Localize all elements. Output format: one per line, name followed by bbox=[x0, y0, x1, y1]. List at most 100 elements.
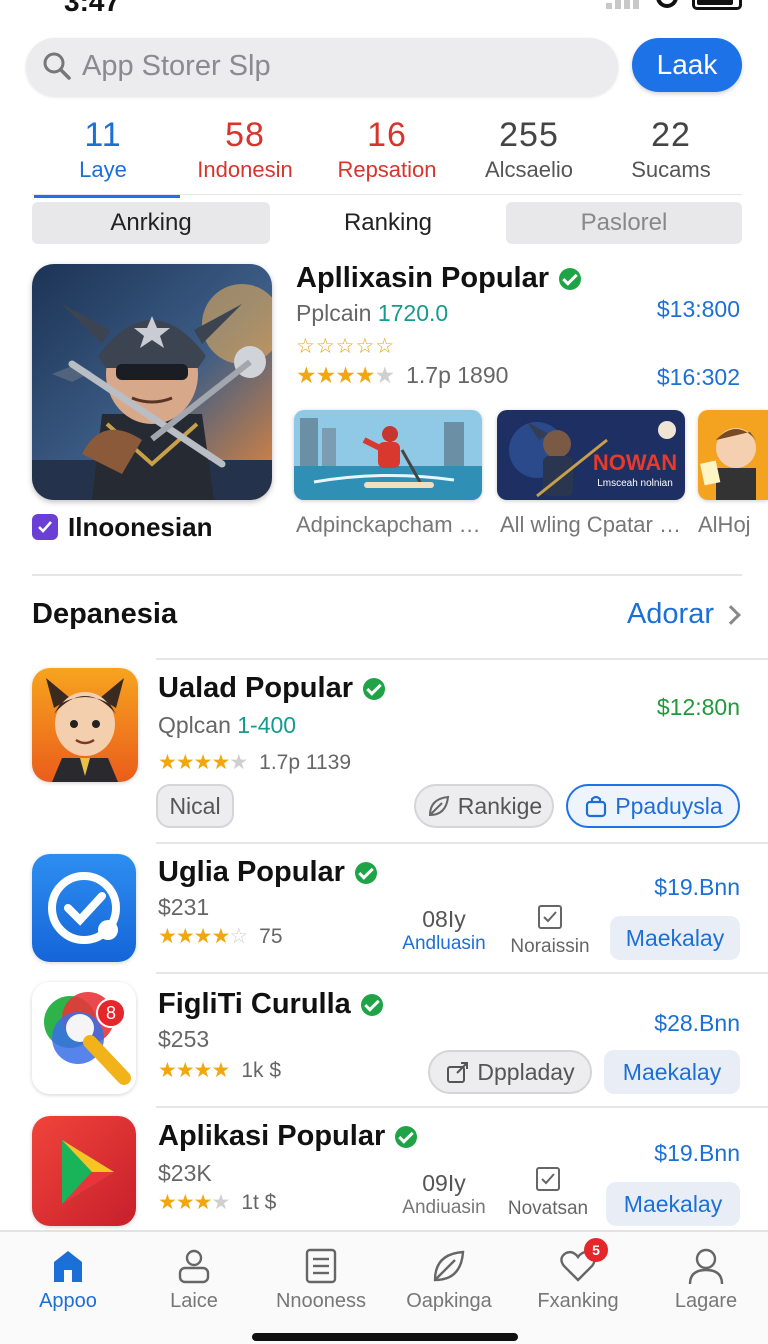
battery-icon bbox=[692, 0, 742, 10]
stat-tab-1[interactable]: 11 Laye bbox=[32, 116, 180, 198]
signal-icon bbox=[606, 0, 642, 9]
downloads-label: Andluasin bbox=[402, 933, 486, 954]
featured-sub-value: 1720.0 bbox=[377, 300, 449, 326]
get-button[interactable]: Maekalay bbox=[606, 1182, 740, 1226]
row-divider bbox=[156, 842, 768, 844]
star-rating-icon: ★★★★★ bbox=[296, 362, 395, 388]
search-icon bbox=[43, 52, 71, 80]
app-price[interactable]: $19.Bnn bbox=[654, 1140, 740, 1167]
verified-icon bbox=[354, 861, 377, 884]
tab-label: Laice bbox=[170, 1290, 218, 1312]
app-price[interactable]: $12:80n bbox=[657, 694, 740, 721]
verified-icon bbox=[559, 267, 581, 290]
downloads-stat: 09Iy Andiuasin bbox=[396, 1170, 492, 1219]
featured-artwork-image bbox=[32, 264, 272, 500]
ranking-button[interactable]: Rankige bbox=[414, 784, 554, 828]
tab-oapkinga[interactable]: Oapkinga bbox=[394, 1246, 504, 1313]
app-title-aplikasi[interactable]: Aplikasi Popular bbox=[158, 1120, 418, 1153]
app-rating-text: 75 bbox=[259, 924, 283, 948]
featured-rating: ★★★★★ 1.7p 1890 bbox=[296, 362, 508, 389]
leaf-icon bbox=[428, 795, 449, 817]
stat-value: 255 bbox=[499, 116, 559, 154]
app-icon-image bbox=[32, 854, 136, 962]
app-title-uglia[interactable]: Uglia Popular bbox=[158, 856, 377, 889]
stat-label: Laye bbox=[79, 157, 127, 182]
app-icon-image bbox=[32, 668, 138, 782]
app-price[interactable]: $28.Bnn bbox=[654, 1010, 740, 1037]
search-input[interactable]: App Storer Slp bbox=[26, 38, 618, 96]
app-icon-figliti[interactable]: 8 bbox=[32, 982, 136, 1094]
featured-price-1[interactable]: $13:800 bbox=[657, 296, 740, 323]
screenshot-thumb-2[interactable]: NOWAN Lmsceah nolnian bbox=[497, 410, 685, 500]
app-icon-uglia[interactable] bbox=[32, 854, 136, 962]
downloads-stat: 08Iy Andluasin bbox=[396, 906, 492, 955]
home-indicator[interactable] bbox=[252, 1333, 518, 1341]
check-stat[interactable]: Noraissin bbox=[502, 904, 598, 958]
notification-badge: 8 bbox=[96, 998, 126, 1028]
check-stat[interactable]: Novatsan bbox=[500, 1166, 596, 1220]
screenshot-thumb-3[interactable] bbox=[698, 410, 768, 500]
app-icon-ualad[interactable] bbox=[32, 668, 138, 782]
thumb-banner-subtext: Lmsceah nolnian bbox=[597, 478, 673, 489]
app-icon-aplikasi[interactable] bbox=[32, 1116, 136, 1226]
segment-anrking[interactable]: Anrking bbox=[32, 202, 270, 244]
app-title-figliti[interactable]: FigliTi Curulla bbox=[158, 988, 383, 1021]
profile-icon bbox=[686, 1246, 726, 1286]
category-tag-icon bbox=[32, 514, 58, 540]
get-button[interactable]: Maekalay bbox=[610, 916, 740, 960]
downloads-value: 09Iy bbox=[422, 1170, 466, 1196]
get-button[interactable]: Maekalay bbox=[604, 1050, 740, 1094]
tab-lagare[interactable]: Lagare bbox=[651, 1246, 761, 1313]
stat-tab-2[interactable]: 58 Indonesin bbox=[174, 116, 316, 196]
screenshot-caption-2: All wling Cpatar … bbox=[500, 512, 681, 537]
checkbox-icon bbox=[536, 1167, 560, 1191]
screenshot-thumb-1[interactable] bbox=[294, 410, 482, 500]
featured-subtitle: Pplcain 1720.0 bbox=[296, 300, 448, 327]
screenshot-image bbox=[294, 410, 482, 500]
segment-ranking[interactable]: Ranking bbox=[294, 202, 482, 244]
stat-value: 22 bbox=[651, 116, 691, 154]
app-title-ualad[interactable]: Ualad Popular bbox=[158, 672, 385, 705]
tab-appoo[interactable]: Appoo bbox=[13, 1246, 123, 1313]
see-all-link[interactable]: Adorar bbox=[627, 598, 741, 631]
featured-sub-prefix: Pplcain bbox=[296, 300, 372, 326]
wifi-icon bbox=[656, 0, 678, 8]
heart-icon: 5 bbox=[558, 1238, 608, 1286]
app-subtitle: $231 bbox=[158, 894, 210, 920]
stat-tab-5[interactable]: 22 Sucams bbox=[600, 116, 742, 196]
bottom-tab-bar: Appoo Laice Nnooness Oapkinga 5 Fxanking… bbox=[0, 1230, 768, 1344]
tab-fxanking[interactable]: 5 Fxanking bbox=[523, 1238, 633, 1313]
search-button[interactable]: Laak bbox=[632, 38, 742, 92]
downloads-value: 08Iy bbox=[422, 906, 466, 932]
category-chip[interactable]: Nical bbox=[156, 784, 234, 828]
featured-app-developer[interactable]: Ilnoonesian bbox=[32, 510, 212, 544]
row-divider bbox=[156, 658, 768, 660]
stat-tab-4[interactable]: 255 Alcsaelio bbox=[458, 116, 600, 196]
downloads-label: Andiuasin bbox=[402, 1197, 486, 1218]
tab-nnooness[interactable]: Nnooness bbox=[266, 1246, 376, 1313]
featured-price-2[interactable]: $16:302 bbox=[657, 364, 740, 391]
list-icon bbox=[301, 1246, 341, 1286]
app-subtitle: $23K bbox=[158, 1160, 212, 1186]
app-price[interactable]: $19.Bnn bbox=[654, 874, 740, 901]
star-rating-icon: ★★★★☆ bbox=[158, 925, 248, 948]
popular-button[interactable]: Ppaduysla bbox=[566, 784, 740, 828]
chevron-right-icon bbox=[721, 604, 741, 625]
display-button[interactable]: Dppladay bbox=[428, 1050, 592, 1094]
row-divider bbox=[156, 972, 768, 974]
display-button-label: Dppladay bbox=[477, 1058, 575, 1085]
stat-label: Repsation bbox=[337, 157, 437, 182]
featured-app-title[interactable]: Apllixasin Popular bbox=[296, 262, 581, 295]
tab-laice[interactable]: Laice bbox=[139, 1246, 249, 1313]
stats-tabs: 11 Laye 58 Indonesin 16 Repsation 255 Al… bbox=[32, 116, 742, 198]
tab-label: Nnooness bbox=[275, 1290, 367, 1312]
app-sub-value: 1-400 bbox=[237, 712, 297, 738]
stat-tab-3[interactable]: 16 Repsation bbox=[316, 116, 458, 196]
outline-stars-icon: ☆☆☆☆☆ bbox=[296, 335, 396, 358]
segmented-control: Anrking Ranking Paslorel bbox=[32, 202, 742, 244]
stat-value: 58 bbox=[225, 116, 265, 154]
screenshot-caption-1: Adpinckapcham … bbox=[296, 512, 481, 537]
featured-app-artwork[interactable] bbox=[32, 264, 272, 500]
app-subtitle: $253 bbox=[158, 1026, 210, 1052]
segment-paslorel[interactable]: Paslorel bbox=[506, 202, 742, 244]
